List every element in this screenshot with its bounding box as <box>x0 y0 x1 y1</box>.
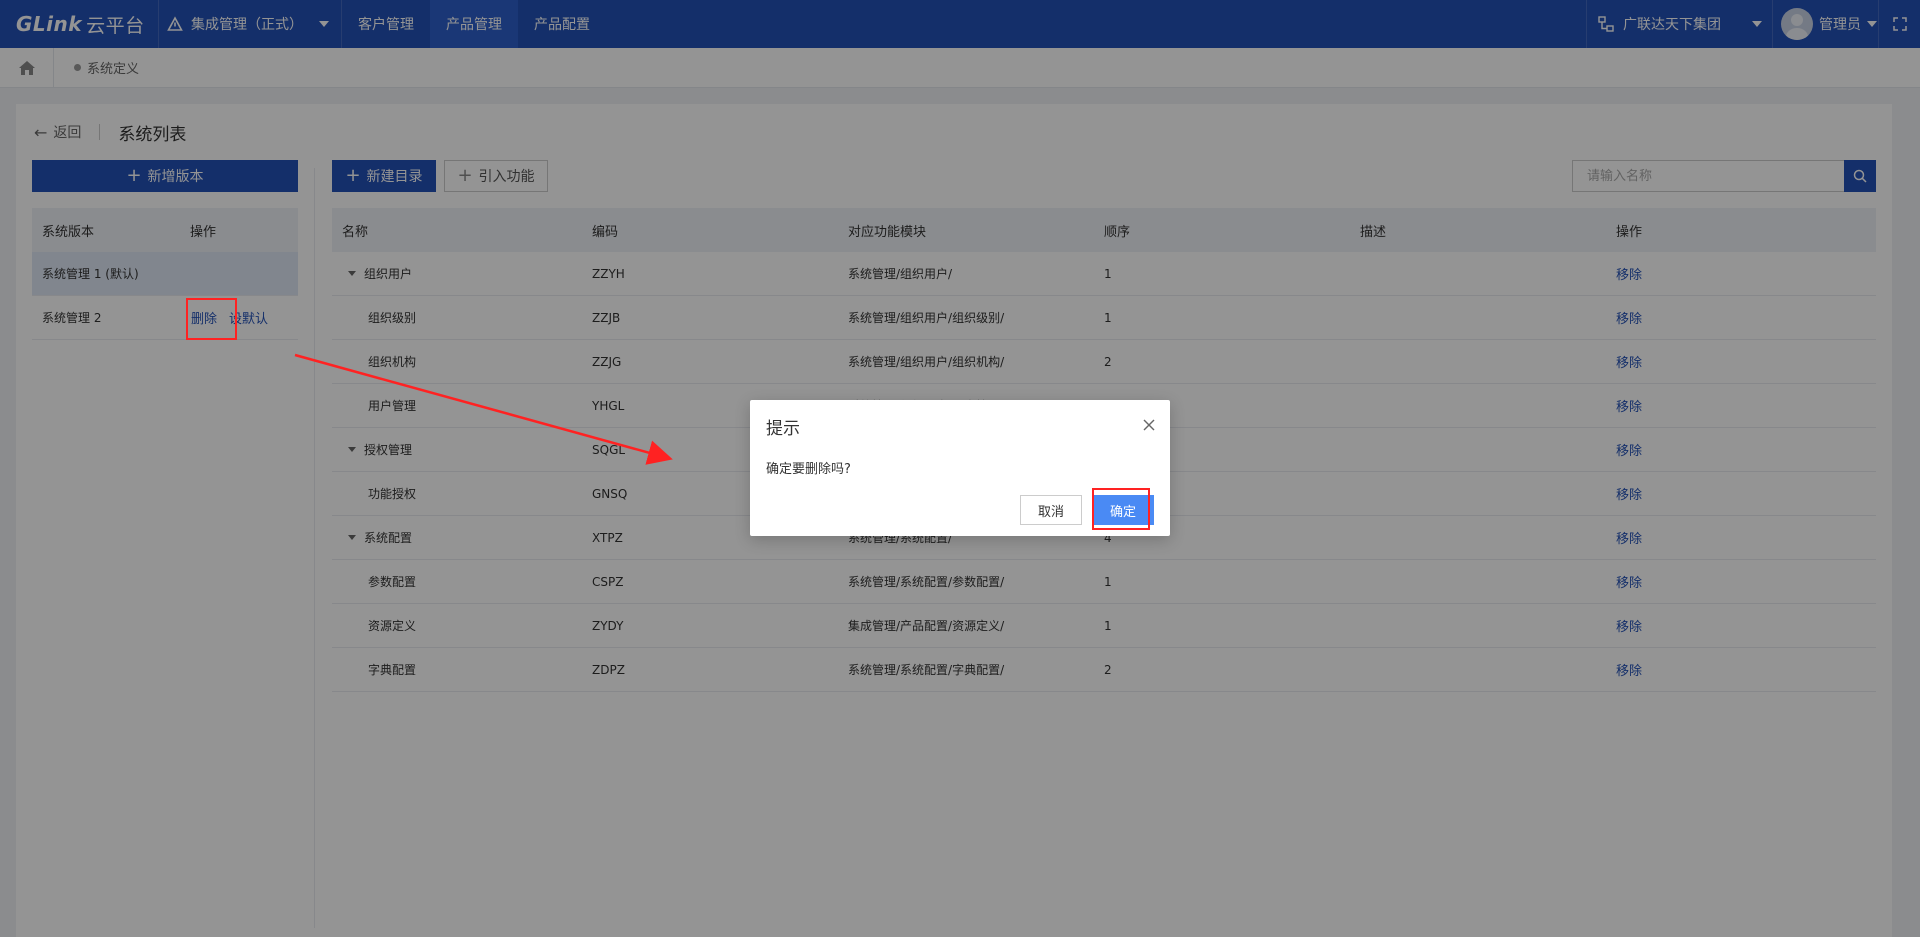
annotation-box-confirm <box>1092 488 1150 530</box>
cancel-button[interactable]: 取消 <box>1020 495 1082 525</box>
close-icon[interactable] <box>1142 418 1156 432</box>
annotation-box-delete <box>186 298 237 340</box>
dialog-title: 提示 <box>766 419 800 439</box>
dialog-message: 确定要删除吗? <box>766 462 851 477</box>
